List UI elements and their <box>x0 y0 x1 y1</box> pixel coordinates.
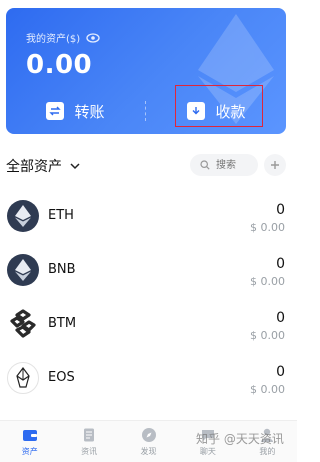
eye-icon[interactable] <box>86 32 100 43</box>
transfer-label: 转账 <box>74 102 105 121</box>
chat-icon <box>201 429 214 441</box>
asset-amount: 0 <box>276 310 285 326</box>
bnb-icon <box>7 254 39 286</box>
asset-card: 我的资产($) 0.00 转账 收款 <box>6 8 286 134</box>
asset-usd-value: $ 0.00 <box>250 383 285 396</box>
nav-discover[interactable]: 发现 <box>119 421 178 462</box>
asset-amount: 0 <box>276 202 285 218</box>
wallet-icon <box>22 429 37 441</box>
nav-news[interactable]: 资讯 <box>59 421 118 462</box>
asset-row-eth[interactable]: ETH 0 $ 0.00 <box>0 190 297 244</box>
nav-label: 聊天 <box>199 446 216 456</box>
asset-usd-value: $ 0.00 <box>250 329 285 342</box>
user-icon <box>261 428 274 442</box>
assets-title[interactable]: 全部资产 <box>6 156 62 176</box>
btm-icon <box>7 308 39 340</box>
asset-symbol: BTM <box>48 316 77 331</box>
eth-icon <box>7 200 39 232</box>
card-actions: 转账 收款 <box>6 88 286 134</box>
asset-row-bnb[interactable]: BNB 0 $ 0.00 <box>0 244 297 298</box>
asset-row-btm[interactable]: BTM 0 $ 0.00 <box>0 298 297 352</box>
news-icon <box>84 428 95 441</box>
nav-me[interactable]: 我的 <box>238 421 297 462</box>
search-input[interactable] <box>214 158 258 172</box>
plus-icon <box>271 161 279 169</box>
transfer-icon <box>46 102 65 120</box>
receive-label: 收款 <box>215 102 246 121</box>
asset-usd-value: $ 0.00 <box>250 275 285 288</box>
compass-icon <box>141 427 156 442</box>
eos-icon <box>7 362 39 394</box>
asset-label: 我的资产($) <box>26 30 100 45</box>
asset-label-text: 我的资产($) <box>26 34 81 45</box>
nav-label: 资产 <box>21 446 38 456</box>
nav-label: 资讯 <box>81 446 98 456</box>
bottom-nav: 资产 资讯 发现 聊天 我的 <box>0 420 297 462</box>
nav-label: 发现 <box>140 446 157 456</box>
receive-button[interactable]: 收款 <box>147 88 286 134</box>
chevron-down-icon[interactable] <box>70 162 80 170</box>
asset-usd-value: $ 0.00 <box>250 221 285 234</box>
transfer-button[interactable]: 转账 <box>6 88 145 134</box>
add-asset-button[interactable] <box>264 154 286 176</box>
asset-row-eos[interactable]: EOS 0 $ 0.00 <box>0 352 297 406</box>
nav-assets[interactable]: 资产 <box>0 421 59 462</box>
asset-symbol: EOS <box>48 370 75 385</box>
nav-chat[interactable]: 聊天 <box>178 421 237 462</box>
assets-header: 全部资产 <box>6 150 290 182</box>
asset-symbol: ETH <box>48 208 74 223</box>
receive-icon <box>187 102 206 120</box>
asset-amount: 0 <box>276 256 285 272</box>
search-icon <box>200 160 210 170</box>
search-bar[interactable] <box>190 154 258 176</box>
asset-amount: 0 <box>276 364 285 380</box>
asset-total: 0.00 <box>26 50 93 80</box>
asset-symbol: BNB <box>48 262 76 277</box>
nav-label: 我的 <box>259 446 276 456</box>
